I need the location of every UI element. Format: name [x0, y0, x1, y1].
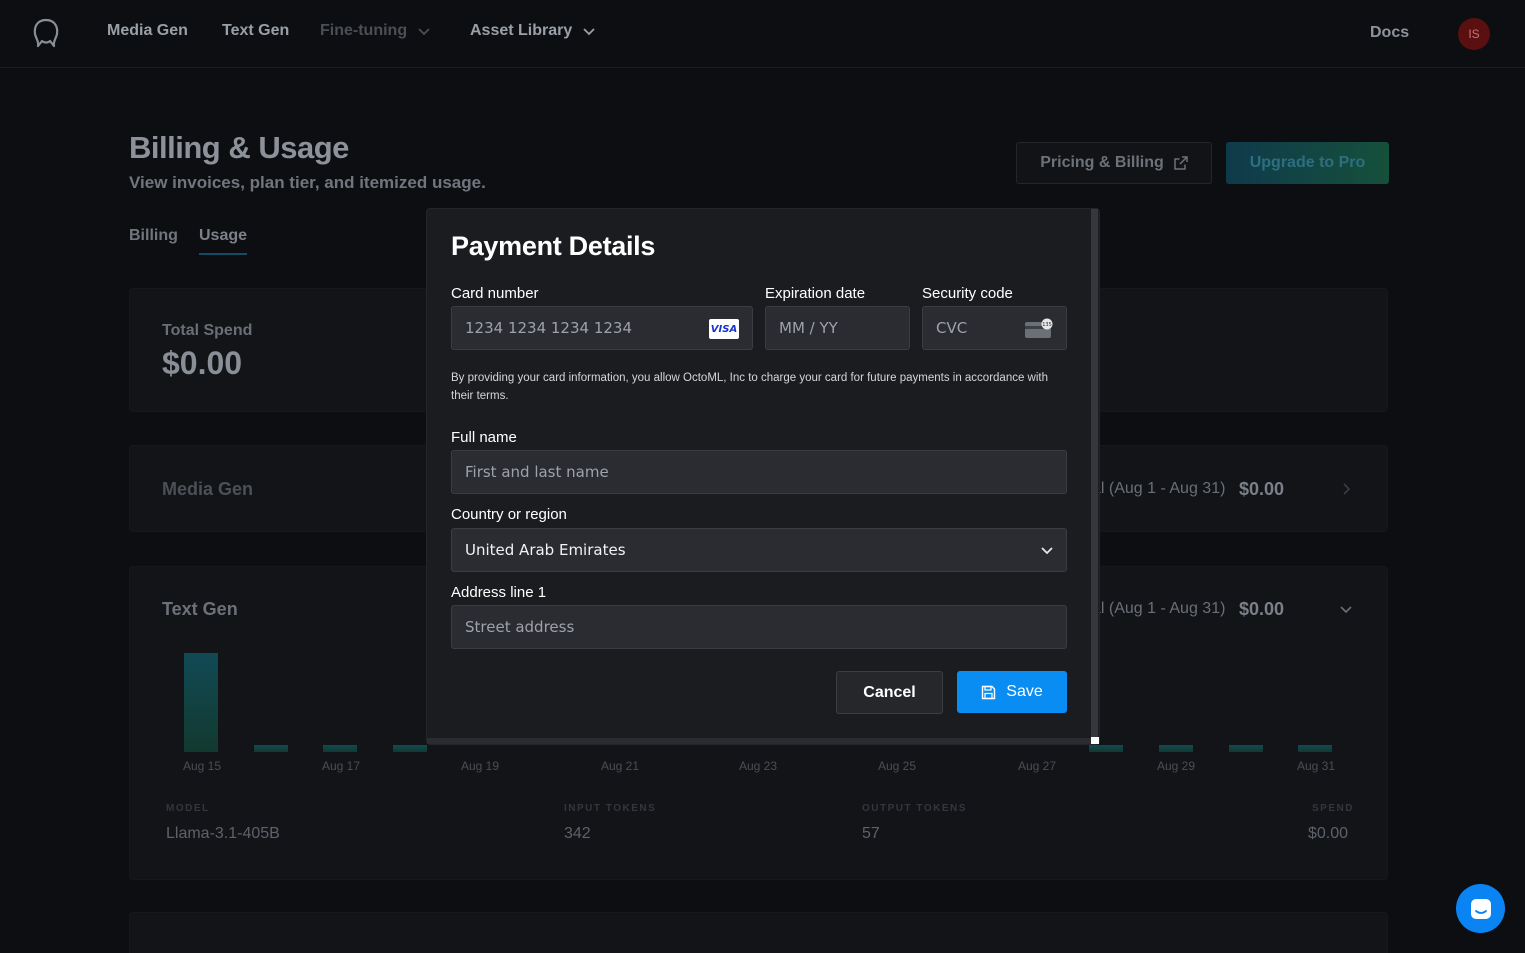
x-tick: Aug 23 — [739, 759, 778, 773]
octo-logo-icon[interactable] — [30, 17, 62, 51]
security-code-input[interactable]: CVC 135 — [922, 306, 1067, 350]
usage-bar — [393, 745, 427, 752]
svg-text:135: 135 — [1042, 322, 1052, 328]
x-tick: Aug 17 — [322, 759, 361, 773]
nav-asset-library[interactable]: Asset Library — [470, 22, 596, 40]
cell-model: Llama-3.1-405B — [166, 825, 280, 842]
terms-text: By providing your card information, you … — [451, 372, 1049, 402]
upgrade-to-pro-button[interactable]: Upgrade to Pro — [1226, 142, 1389, 184]
text-gen-amount: $0.00 — [1239, 599, 1285, 619]
security-code-placeholder: CVC — [936, 319, 968, 337]
next-row-card — [129, 912, 1388, 953]
country-label: Country or region — [451, 506, 567, 523]
full-name-label: Full name — [451, 429, 517, 446]
usage-bar — [1229, 745, 1263, 752]
media-gen-amount: $0.00 — [1239, 479, 1285, 499]
nav-fine-tuning[interactable]: Fine-tuning — [320, 22, 431, 40]
chat-support-button[interactable] — [1456, 884, 1505, 933]
total-spend-label: Total Spend — [162, 322, 253, 339]
save-button[interactable]: Save — [957, 671, 1067, 713]
cvc-card-icon: 135 — [1025, 318, 1053, 338]
media-gen-period: al (Aug 1 - Aug 31) — [1092, 480, 1226, 497]
cell-output-tokens: 57 — [862, 825, 880, 842]
usage-bar — [1159, 745, 1193, 752]
page-title: Billing & Usage — [129, 130, 349, 165]
chevron-right-icon[interactable] — [1338, 481, 1354, 497]
visa-icon: VISA — [709, 319, 739, 339]
expiration-placeholder: MM / YY — [779, 319, 838, 337]
x-tick: Aug 21 — [601, 759, 640, 773]
expiration-input[interactable]: MM / YY — [765, 306, 910, 350]
x-tick: Aug 25 — [878, 759, 917, 773]
chevron-down-icon[interactable] — [1338, 601, 1354, 617]
col-header-output-tokens: OUTPUT TOKENS — [862, 803, 967, 814]
save-icon — [982, 685, 996, 699]
x-tick: Aug 31 — [1297, 759, 1336, 773]
country-value: United Arab Emirates — [465, 541, 626, 559]
x-tick: Aug 15 — [183, 759, 222, 773]
security-code-label: Security code — [922, 285, 1013, 302]
usage-bar — [323, 745, 357, 752]
usage-bar — [1089, 745, 1123, 752]
chevron-down-icon — [418, 28, 430, 36]
tab-usage[interactable]: Usage — [199, 227, 248, 255]
total-spend-value: $0.00 — [162, 345, 243, 381]
nav-text-gen[interactable]: Text Gen — [222, 22, 289, 40]
cell-input-tokens: 342 — [564, 825, 591, 842]
nav-docs-link[interactable]: Docs — [1370, 24, 1409, 42]
pricing-billing-button[interactable]: Pricing & Billing — [1016, 142, 1212, 184]
user-avatar[interactable]: IS — [1458, 18, 1490, 50]
resize-handle[interactable] — [1091, 737, 1099, 744]
text-gen-period: al (Aug 1 - Aug 31) — [1092, 600, 1226, 617]
full-name-input[interactable]: First and last name — [451, 450, 1067, 494]
media-gen-title: Media Gen — [162, 479, 254, 499]
text-gen-title: Text Gen — [162, 599, 238, 619]
page-subtitle: View invoices, plan tier, and itemized u… — [129, 173, 486, 192]
modal-scrollbar[interactable] — [1091, 209, 1098, 744]
nav-media-gen[interactable]: Media Gen — [107, 22, 188, 40]
chevron-down-icon — [1041, 547, 1053, 555]
usage-bar — [1298, 745, 1332, 752]
col-header-input-tokens: INPUT TOKENS — [564, 803, 657, 814]
full-name-placeholder: First and last name — [465, 463, 609, 481]
x-tick: Aug 27 — [1018, 759, 1057, 773]
usage-bar — [184, 653, 218, 752]
address-input[interactable]: Street address — [451, 605, 1067, 649]
modal-bottom-edge — [427, 738, 1099, 744]
external-link-icon — [1174, 156, 1188, 170]
modal-title: Payment Details — [451, 231, 656, 261]
card-number-label: Card number — [451, 285, 539, 302]
address-label: Address line 1 — [451, 584, 547, 601]
card-number-placeholder: 1234 1234 1234 1234 — [465, 319, 632, 337]
x-tick: Aug 29 — [1157, 759, 1196, 773]
usage-bar — [254, 745, 288, 752]
col-header-model: MODEL — [166, 803, 210, 814]
col-header-spend: SPEND — [1312, 803, 1354, 814]
cell-spend: $0.00 — [1308, 825, 1349, 842]
x-tick: Aug 19 — [461, 759, 500, 773]
country-select[interactable]: United Arab Emirates — [451, 528, 1067, 572]
chevron-down-icon — [583, 28, 595, 36]
top-nav: Media Gen Text Gen Fine-tuning Asset Lib… — [0, 0, 1525, 68]
expiration-label: Expiration date — [765, 285, 866, 302]
address-placeholder: Street address — [465, 618, 575, 636]
cancel-button[interactable]: Cancel — [836, 671, 943, 714]
chat-icon — [1470, 898, 1491, 919]
card-number-input[interactable]: 1234 1234 1234 1234 VISA — [451, 306, 753, 350]
tab-billing[interactable]: Billing — [129, 227, 178, 245]
